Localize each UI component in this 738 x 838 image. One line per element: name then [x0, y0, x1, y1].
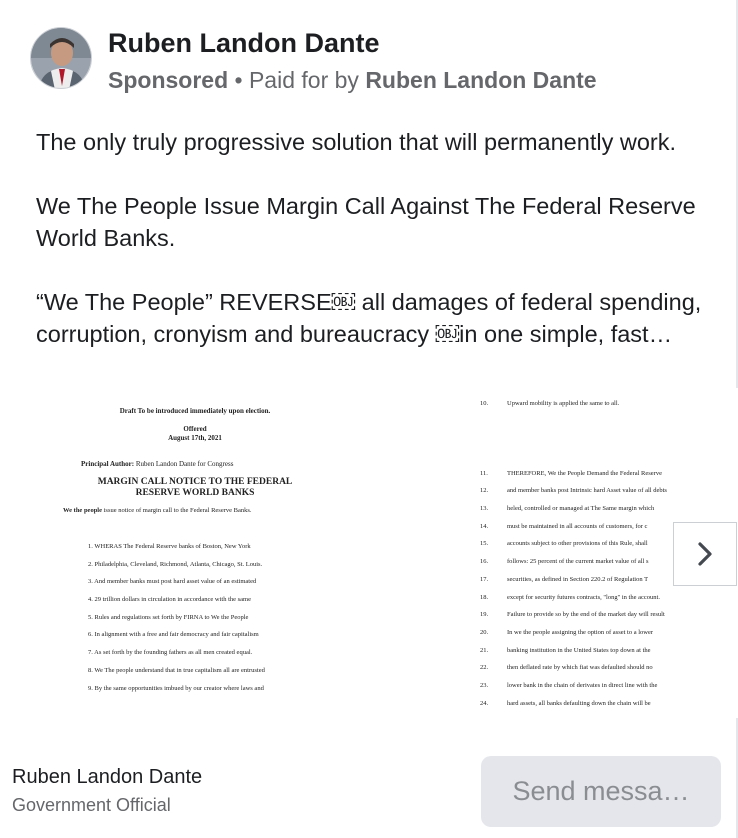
doc-line-text: follows: 25 percent of the current marke… — [507, 558, 649, 566]
doc-list-item: 3. And member banks must post hard asset… — [88, 578, 257, 586]
doc-line-number: 21. — [480, 646, 489, 654]
doc-list: 10. Upward mobility is applied the same t… — [480, 400, 667, 717]
doc-list-item: 7. As set forth by the founding fathers … — [88, 649, 253, 657]
doc-line-number: 16. — [480, 558, 489, 566]
doc-list-item: 12. and member banks post Intrinsic hard … — [480, 487, 667, 505]
chevron-right-icon — [698, 542, 712, 566]
doc-line-text: except for security futures contracts, "… — [507, 593, 660, 601]
doc-line-number: 17. — [480, 575, 489, 583]
doc-date: August 17th, 2021 — [168, 434, 222, 442]
doc-line-text: lower bank in the chain of derivates in … — [507, 681, 658, 689]
doc-list-item: 22. then deflated rate by which fiat was … — [480, 664, 667, 682]
footer-page-name[interactable]: Ruben Landon Dante — [12, 765, 202, 789]
doc-line-number: 10. — [480, 400, 489, 407]
doc-list-item: 18. except for security futures contracts… — [480, 594, 667, 612]
doc-list-item: 16. follows: 25 percent of the current ma… — [480, 558, 667, 576]
doc-intro: We the people issue notice of margin cal… — [63, 507, 252, 514]
carousel-next-button[interactable] — [673, 522, 737, 586]
sponsored-line: Sponsored • Paid for by Ruben Landon Dan… — [108, 65, 597, 95]
doc-list-item: 21. banking institution in the United Sta… — [480, 647, 667, 665]
doc-list-item: 15. accounts subject to other provisions … — [480, 540, 667, 558]
doc-title-line: MARGIN CALL NOTICE TO THE FEDERAL — [97, 477, 293, 487]
avatar[interactable] — [30, 27, 92, 89]
doc-title-line: RESERVE WORLD BANKS — [135, 488, 255, 498]
doc-line-number: 20. — [480, 628, 489, 636]
doc-line-text: securities, as defined in Section 220.2 … — [507, 575, 649, 583]
doc-line-number: 22. — [480, 664, 489, 672]
doc-author-value: Ruben Landon Dante for Congress — [134, 460, 234, 468]
advertiser-name[interactable]: Ruben Landon Dante — [108, 28, 597, 58]
doc-intro-bold: We the people — [63, 507, 102, 514]
doc-list-item: 20. In we the people assigning the option… — [480, 629, 667, 647]
doc-list-item: 9. By the same opportunities imbued by o… — [88, 684, 264, 692]
doc-title: MARGIN CALL NOTICE TO THE FEDERAL RESERV… — [30, 477, 360, 499]
doc-line-number: 11. — [480, 469, 488, 477]
doc-line-text: In we the people assigning the option of… — [507, 628, 654, 636]
doc-line-text: then deflated rate by which fiat was def… — [507, 664, 653, 672]
ad-body-text: The only truly progressive solution that… — [36, 126, 706, 350]
header-text: Ruben Landon Dante Sponsored • Paid for … — [108, 27, 597, 95]
doc-line-text: hard assets, all banks defaulting down t… — [507, 699, 651, 707]
doc-list-item: 5. Rules and regulations set forth by FI… — [88, 613, 249, 621]
doc-offered: Offered August 17th, 2021 — [30, 425, 360, 443]
doc-line-text: THEREFORE, We the People Demand the Fede… — [507, 469, 662, 477]
doc-line-text: heled, controlled or managed at The Same… — [507, 505, 655, 513]
doc-line-number: 23. — [480, 681, 489, 689]
body-paragraph: The only truly progressive solution that… — [36, 129, 676, 155]
body-paragraph[interactable]: “We The People” REVERSE￼ all damages of … — [36, 286, 706, 350]
footer-page-category: Government Official — [12, 795, 171, 815]
doc-list-item: 6. In alignment with a free and fair dem… — [88, 631, 259, 639]
carousel-card-1[interactable]: Draft To be introduced immediately upon … — [30, 388, 430, 718]
doc-line-number: 18. — [480, 593, 489, 601]
doc-draft-line: Draft To be introduced immediately upon … — [119, 407, 271, 415]
doc-line-number: 15. — [480, 540, 489, 548]
paid-for-name: Ruben Landon Dante — [365, 67, 597, 93]
doc-line-text: banking institution in the United States… — [507, 646, 651, 654]
doc-list-item: 24. hard assets, all banks defaulting dow… — [480, 700, 667, 718]
doc-list-item: 4. 29 trillion dollars in circulation in… — [88, 596, 251, 604]
doc-list-item: 19. Failure to provide so by the end of t… — [480, 611, 667, 629]
doc-list-item: 17. securities, as defined in Section 220… — [480, 576, 667, 594]
doc-intro-rest: issue notice of margin call to the Feder… — [102, 507, 252, 514]
doc-list-item: 8. We The people understand that in true… — [88, 666, 265, 674]
send-message-button[interactable]: Send messa… — [481, 756, 721, 827]
separator-dot: • — [228, 67, 249, 93]
doc-list-item: 10. Upward mobility is applied the same t… — [480, 400, 667, 418]
doc-line-number: 19. — [480, 611, 489, 619]
doc-line-number: 14. — [480, 522, 489, 530]
doc-line-number: 24. — [480, 699, 489, 707]
body-paragraph: We The People Issue Margin Call Against … — [36, 193, 696, 251]
doc-list-item: 13. heled, controlled or managed at The S… — [480, 505, 667, 523]
doc-author-label: Principal Author: — [81, 460, 135, 468]
doc-author: Principal Author: Ruben Landon Dante for… — [81, 460, 233, 468]
doc-line-text: must be maintained in all accounts of cu… — [507, 522, 648, 530]
doc-list-item: 14. must be maintained in all accounts of… — [480, 523, 667, 541]
avatar-image — [31, 28, 91, 88]
doc-line-text: Upward mobility is applied the same to a… — [507, 400, 620, 407]
doc-line-number: 12. — [480, 487, 489, 495]
ad-header: Ruben Landon Dante Sponsored • Paid for … — [30, 27, 597, 95]
doc-list-item: 11. THEREFORE, We the People Demand the F… — [480, 470, 667, 488]
doc-line-number: 13. — [480, 505, 489, 513]
doc-offered-label: Offered — [183, 425, 207, 433]
doc-line-text: accounts subject to other provisions of … — [507, 540, 648, 548]
doc-list-item: 2. Philadelphia, Cleveland, Richmond, At… — [88, 560, 263, 568]
doc-list-item: 23. lower bank in the chain of derivates … — [480, 682, 667, 700]
doc-line-text: and member banks post Intrinsic hard Ass… — [507, 487, 667, 495]
doc-line-text: Failure to provide so by the end of the … — [507, 611, 665, 619]
paid-for-prefix: Paid for by — [248, 67, 366, 93]
doc-list: 1. WHERAS The Federal Reserve banks of B… — [88, 543, 265, 702]
doc-list-item: 1. WHERAS The Federal Reserve banks of B… — [88, 543, 251, 550]
sponsored-label: Sponsored — [108, 67, 229, 93]
